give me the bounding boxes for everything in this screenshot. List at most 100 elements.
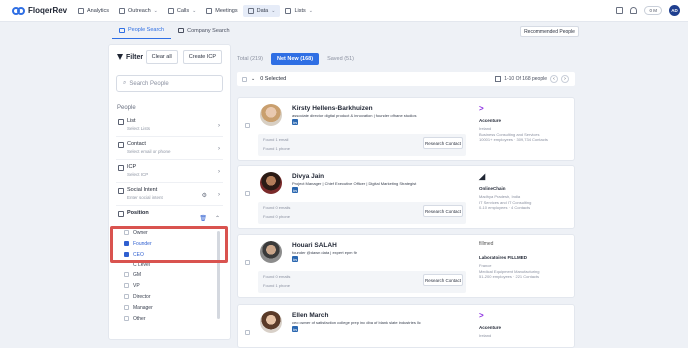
filter-list[interactable]: List Select Lists › [116,114,223,137]
person-name[interactable]: Ellen March [292,312,328,319]
filter-contact[interactable]: Contact Select email or phone › [116,137,223,160]
checkbox[interactable] [124,272,129,277]
credits-badge[interactable]: 0 M [644,6,662,15]
top-navbar: FloqerRev Analytics Outreach ⌄ Calls ⌄ Mee… [0,0,688,22]
phone-status: Found 0 phone [263,214,290,219]
filter-panel: Filter Clear all Create ICP ⌕ Search Peo… [108,44,231,340]
filter-icp[interactable]: ICP Select ICP › [116,160,223,183]
option-ceo[interactable]: CEO [116,249,226,260]
tab-company-search[interactable]: Company Search [171,24,237,39]
nav-data[interactable]: Data ⌄ [242,5,281,17]
company-name[interactable]: Laboratoires FILLMED [479,255,569,260]
bell-icon[interactable] [630,7,638,14]
company-name[interactable]: Accenture [479,325,569,330]
contact-info-box: Found 0 emails Found 1 phone Research Co… [258,271,466,293]
selection-bar: ⌄ 0 Selected 1-10 Of 168 people ‹ › [237,72,575,86]
option-vp[interactable]: VP [116,280,226,291]
linkedin-icon[interactable]: in [292,187,298,193]
nav-outreach[interactable]: Outreach ⌄ [114,5,163,17]
checkbox[interactable] [124,305,129,310]
company-logo: fillmed [479,241,494,247]
checkbox[interactable] [124,241,129,246]
checkbox[interactable] [124,252,129,257]
research-contact-button[interactable]: Research Contact [423,205,463,217]
filter-icon [117,54,123,60]
people-icon [119,27,125,33]
chevron-down-icon[interactable]: ⌄ [251,76,255,82]
research-contact-button[interactable]: Research Contact [423,137,463,149]
checkbox[interactable] [124,294,129,299]
app-logo[interactable]: FloqerRev [12,6,67,15]
result-card[interactable]: Houari SALAH founder @dawn data | expert… [237,234,575,298]
row-checkbox[interactable] [245,330,250,335]
company-name[interactable]: Accenture [479,118,569,123]
gift-icon[interactable] [616,7,624,14]
tab-people-search[interactable]: People Search [112,24,172,39]
person-name[interactable]: Houari SALAH [292,242,337,249]
person-name[interactable]: Kirsty Hellens-Barkhuizen [292,105,373,112]
prev-page-button[interactable]: ‹ [550,75,558,83]
tab-total[interactable]: Total (219) [237,56,263,62]
option-director[interactable]: Director [116,291,226,302]
person-name[interactable]: Divya Jain [292,173,324,180]
filter-header: Filter Clear all Create ICP [109,45,230,69]
main-nav: Analytics Outreach ⌄ Calls ⌄ Meetings Data… [73,0,318,22]
nav-meetings[interactable]: Meetings [201,5,242,17]
option-c-level[interactable]: C Level [116,260,226,269]
nav-calls[interactable]: Calls ⌄ [163,5,201,17]
tab-saved[interactable]: Saved (51) [327,56,354,62]
create-icp-button[interactable]: Create ICP [182,50,222,64]
database-icon [247,8,254,14]
logo-icon [12,6,25,15]
trash-icon[interactable]: 🗑 [199,215,207,222]
filter-social-intent[interactable]: Social Intent Enter social intent ⚙ › [116,183,223,206]
search-icon: ⌕ [123,80,127,86]
result-card[interactable]: Kirsty Hellens-Barkhuizen associate dire… [237,97,575,161]
tab-net-new[interactable]: Net New (168) [271,53,320,65]
research-contact-button[interactable]: Research Contact [423,274,463,286]
target-icon [118,165,124,171]
company-size: 10001+ employees · 309,734 Contacts [479,137,548,142]
nav-analytics[interactable]: Analytics [73,5,114,17]
pager-text: 1-10 Of 168 people [504,76,547,82]
options-scrollbar[interactable] [217,231,220,319]
option-gm[interactable]: GM [116,269,226,280]
nav-lists[interactable]: Lists ⌄ [280,5,318,17]
company-name[interactable]: OnlineChain [479,186,569,191]
chevron-down-icon: ⌄ [153,8,158,14]
result-card[interactable]: Divya Jain Project Manager | Chief Execu… [237,165,575,229]
select-all-checkbox[interactable] [242,76,247,82]
list-icon [285,8,292,14]
chevron-down-icon: ⌄ [192,8,197,14]
checkbox[interactable] [124,316,129,321]
linkedin-icon[interactable]: in [292,256,298,262]
row-checkbox[interactable] [245,123,250,128]
avatar [260,311,282,333]
company-info: > Accenture Ireland [479,311,569,339]
company-info: fillmed Laboratoires FILLMED France Medi… [479,241,569,280]
linkedin-icon[interactable]: in [292,326,298,332]
contact-info-box: Found 0 emails Found 0 phone Research Co… [258,202,466,224]
result-card[interactable]: Ellen March ceo owner of satisfaction co… [237,304,575,348]
settings-icon[interactable]: ⚙ [202,192,207,199]
linkedin-icon[interactable]: in [292,119,298,125]
option-manager[interactable]: Manager [116,302,226,313]
filter-position[interactable]: Position 🗑 ⌃ [116,206,223,229]
row-checkbox[interactable] [245,260,250,265]
row-checkbox[interactable] [245,191,250,196]
checkbox[interactable] [124,283,129,288]
search-people-input[interactable]: ⌕ Search People [116,75,223,92]
option-founder[interactable]: Founder [116,238,226,249]
email-status: Found 0 emails [263,205,291,210]
people-section-label: People [117,105,136,111]
topbar-right: 0 M AD [616,5,680,16]
option-owner[interactable]: Owner [116,227,226,238]
next-page-button[interactable]: › [561,75,569,83]
user-avatar[interactable]: AD [669,5,680,16]
recommended-people-button[interactable]: Recommended People [520,26,579,37]
option-other[interactable]: Other [116,313,226,324]
checkbox[interactable] [124,230,129,235]
company-logo: > [479,104,484,113]
chevron-up-icon: ⌃ [214,216,220,222]
clear-all-button[interactable]: Clear all [145,50,178,64]
